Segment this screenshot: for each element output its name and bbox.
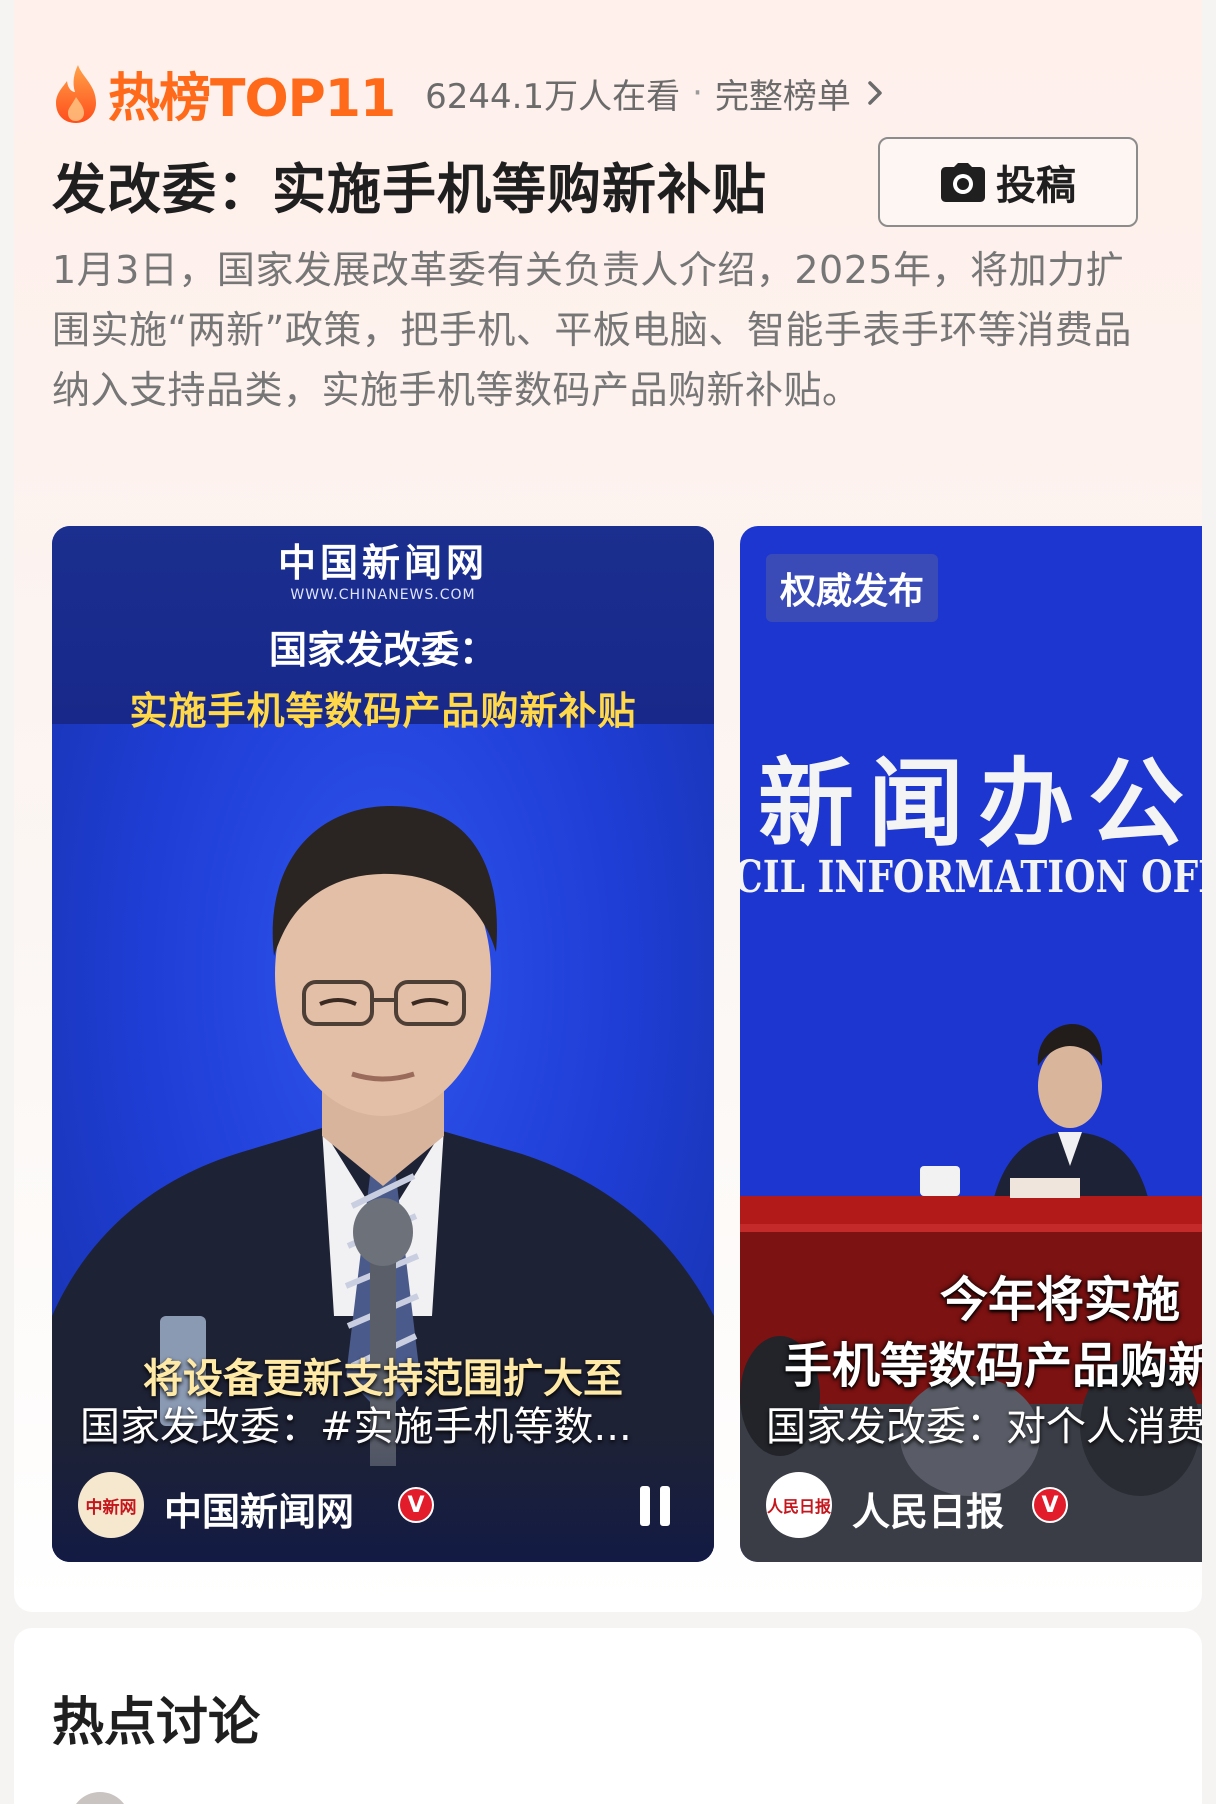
video-card-chinanews[interactable]: 中国新闻网 WWW.CHINANEWS.COM 国家发改委： 实施手机等数码产品…: [52, 526, 714, 1562]
full-list-link[interactable]: 6244.1万人在看 · 完整榜单: [425, 69, 885, 118]
hot-rank-badge: 热榜TOP11: [108, 68, 396, 129]
backdrop-english-text: CIL INFORMATION OFFICE.: [740, 852, 1202, 903]
verified-icon: V: [398, 1487, 434, 1523]
avatar[interactable]: 人民日报: [766, 1472, 832, 1538]
video-title-line1: 国家发改委：: [268, 628, 497, 672]
verified-icon: V: [1032, 1487, 1068, 1523]
flame-icon: [56, 65, 96, 123]
hot-discussion-title: 热点讨论: [52, 1693, 261, 1753]
authoritative-release-tag: 权威发布: [766, 554, 939, 622]
video-footer: [52, 1432, 714, 1562]
submit-label: 投稿: [996, 163, 1076, 209]
video-title-line2: 实施手机等数码产品购新补贴: [129, 689, 637, 733]
full-list-label: 完整榜单: [714, 76, 851, 117]
topic-headline[interactable]: 发改委：实施手机等购新补贴: [52, 145, 767, 224]
chinanews-logo: 中国新闻网: [277, 540, 488, 585]
viewer-count: 6244.1万人在看: [425, 76, 681, 117]
video-title-banner: 中国新闻网 WWW.CHINANEWS.COM 国家发改委： 实施手机等数码产品…: [52, 526, 714, 733]
pause-icon[interactable]: [636, 1486, 674, 1526]
backdrop-chinese-text: 新闻办公: [758, 747, 1198, 860]
page: 热榜TOP11 6244.1万人在看 · 完整榜单 发改委：实施手机等购新补贴 …: [0, 0, 1216, 1804]
source-name[interactable]: 中国新闻网: [164, 1481, 354, 1536]
video-subtitle-line1: 今年将实施: [940, 1272, 1181, 1328]
video-subtitle-line2: 手机等数码产品购新: [784, 1338, 1202, 1394]
camera-icon: [941, 163, 985, 202]
video-card-peoples-daily[interactable]: 新闻办公 CIL INFORMATION OFFICE. 权威发布 今年将实施 …: [740, 526, 1202, 1562]
video-caption: 国家发改委：对个人消费: [766, 1404, 1202, 1450]
chinanews-url: WWW.CHINANEWS.COM: [290, 587, 476, 603]
source-name[interactable]: 人民日报: [852, 1481, 1004, 1536]
avatar[interactable]: 中新网: [78, 1472, 144, 1538]
hot-rank-row: 热榜TOP11 6244.1万人在看 · 完整榜单: [52, 58, 885, 129]
separator-dot: ·: [692, 73, 703, 113]
chevron-right-icon: [868, 81, 882, 105]
topic-summary: 1月3日，国家发展改革委有关负责人介绍，2025年，将加力扩围实施“两新”政策，…: [52, 248, 1132, 412]
submit-post-button[interactable]: 投稿: [878, 137, 1138, 227]
